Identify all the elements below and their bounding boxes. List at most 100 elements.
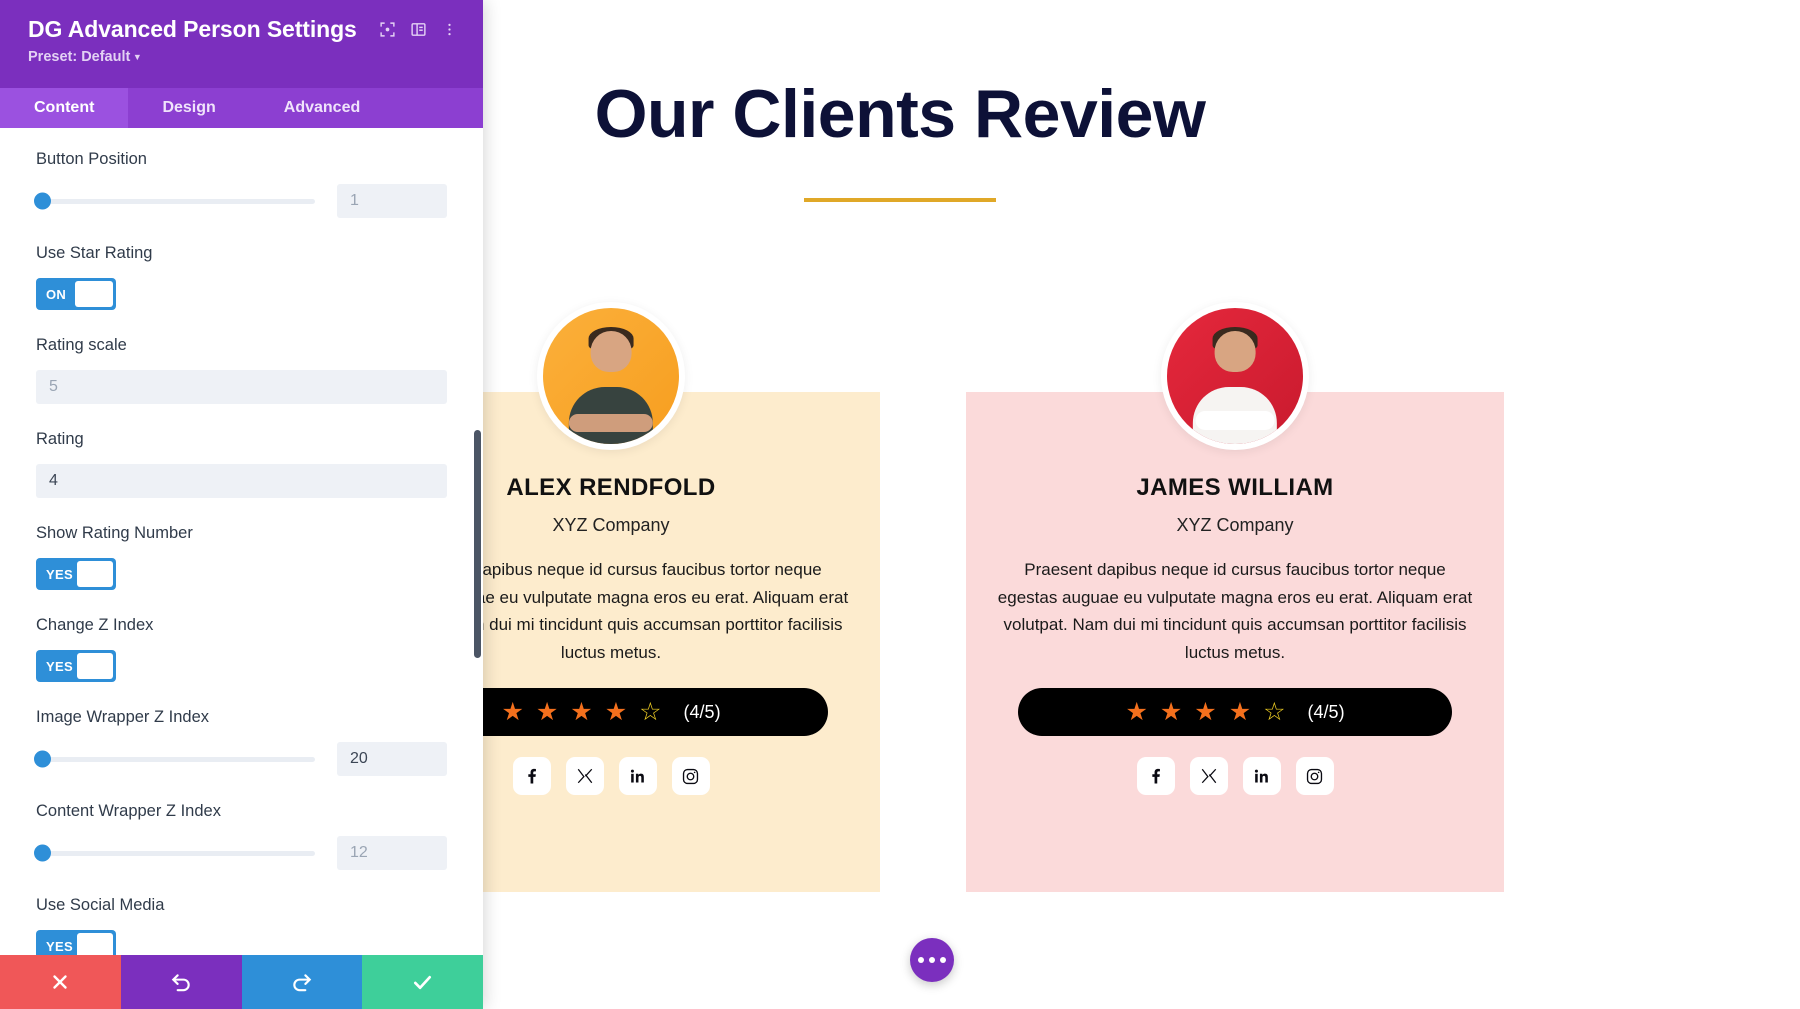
panel-footer <box>0 955 483 1009</box>
chevron-down-icon: ▼ <box>130 52 142 63</box>
rating-number: (4/5) <box>683 701 721 722</box>
rating-scale-input[interactable]: 5 <box>36 370 447 404</box>
button-position-slider[interactable] <box>34 192 315 210</box>
toggle-knob <box>76 933 113 955</box>
toggle-state-label: ON <box>46 286 67 302</box>
star-filled-icon: ★ <box>1194 697 1217 726</box>
social-links <box>996 757 1474 796</box>
undo-button[interactable] <box>120 955 242 1009</box>
star-rating: ★ ★ ★ ★ ☆ <box>1125 697 1286 726</box>
show-rating-number-toggle[interactable]: YES <box>36 558 116 590</box>
field-label: Button Position <box>36 150 147 168</box>
rating-input[interactable]: 4 <box>36 464 447 498</box>
image-wrapper-z-index-slider[interactable] <box>34 750 315 768</box>
field-label: Use Star Rating <box>36 244 153 262</box>
use-star-rating-toggle[interactable]: ON <box>36 278 116 310</box>
field-label: Rating <box>36 430 84 448</box>
tab-advanced[interactable]: Advanced <box>250 88 394 128</box>
save-button[interactable] <box>362 955 483 1009</box>
field-rating-scale: Rating scale 5 <box>36 336 447 404</box>
avatar-image <box>1167 308 1303 444</box>
avatar-image <box>543 308 679 444</box>
tab-design[interactable]: Design <box>128 88 249 128</box>
undo-icon <box>171 973 190 991</box>
x-icon[interactable] <box>565 757 604 796</box>
dot-icon <box>918 957 924 963</box>
star-filled-icon: ★ <box>604 697 628 726</box>
person-description: Praesent dapibus neque id cursus faucibu… <box>997 560 1473 662</box>
instagram-icon[interactable] <box>1295 757 1334 796</box>
rating-bar: ★ ★ ★ ★ ☆ (4/5) <box>1018 688 1452 737</box>
star-empty-icon: ☆ <box>639 697 662 726</box>
tab-content[interactable]: Content <box>0 88 129 128</box>
toggle-state-label: YES <box>46 938 73 954</box>
panel-tabs: Content Design Advanced <box>0 88 483 128</box>
person-company: XYZ Company <box>1176 515 1294 535</box>
button-position-input[interactable]: 1 <box>337 184 447 218</box>
toggle-knob <box>76 561 113 587</box>
preset-label: Preset: Default <box>28 49 131 65</box>
more-vertical-icon[interactable] <box>441 21 458 38</box>
star-filled-icon: ★ <box>570 697 593 726</box>
toggle-state-label: YES <box>46 566 73 582</box>
field-label: Change Z Index <box>36 616 154 634</box>
settings-panel: DG Advanced Person Settings Preset: Defa… <box>0 0 483 1009</box>
star-filled-icon: ★ <box>1228 697 1252 726</box>
field-use-star-rating: Use Star Rating ON <box>36 244 447 310</box>
field-rating: Rating 4 <box>36 430 447 498</box>
change-z-index-toggle[interactable]: YES <box>36 650 116 682</box>
dot-icon <box>929 957 935 963</box>
star-filled-icon: ★ <box>501 697 524 726</box>
linkedin-icon[interactable] <box>1242 757 1281 796</box>
toggle-knob <box>75 281 113 307</box>
field-label: Content Wrapper Z Index <box>36 802 221 820</box>
image-wrapper-z-index-input[interactable]: 20 <box>337 742 447 776</box>
dot-icon <box>940 957 946 963</box>
preset-selector[interactable]: Preset: Default ▼ <box>28 49 463 65</box>
panel-title: DG Advanced Person Settings <box>28 16 357 42</box>
redo-button[interactable] <box>241 955 363 1009</box>
content-wrapper-z-index-slider[interactable] <box>34 844 315 862</box>
star-filled-icon: ★ <box>1125 697 1148 726</box>
panel-body: Button Position 1 Use Star Rating ON Rat… <box>0 128 483 955</box>
more-options-button[interactable] <box>910 938 954 982</box>
star-empty-icon: ☆ <box>1263 697 1286 726</box>
slider-handle[interactable] <box>34 192 51 210</box>
title-underline <box>804 198 996 202</box>
field-use-social-media: Use Social Media YES <box>36 896 447 955</box>
focus-icon[interactable] <box>379 21 396 38</box>
field-label: Image Wrapper Z Index <box>36 708 210 726</box>
field-button-position: Button Position 1 <box>34 150 447 218</box>
linkedin-icon[interactable] <box>618 757 657 796</box>
field-image-wrapper-z-index: Image Wrapper Z Index 20 <box>34 708 447 776</box>
star-filled-icon: ★ <box>1159 697 1183 726</box>
panel-header: DG Advanced Person Settings Preset: Defa… <box>0 0 483 88</box>
close-icon <box>53 975 68 989</box>
field-label: Rating scale <box>36 336 127 354</box>
field-label: Use Social Media <box>36 896 165 914</box>
field-show-rating-number: Show Rating Number YES <box>36 524 447 590</box>
redo-icon <box>293 973 312 991</box>
star-filled-icon: ★ <box>535 697 559 726</box>
use-social-media-toggle[interactable]: YES <box>36 930 116 955</box>
slider-handle[interactable] <box>34 750 51 768</box>
cancel-button[interactable] <box>0 955 121 1009</box>
panel-scrollbar[interactable] <box>474 430 481 658</box>
field-content-wrapper-z-index: Content Wrapper Z Index 12 <box>34 802 447 870</box>
facebook-icon[interactable] <box>512 757 551 796</box>
x-icon[interactable] <box>1189 757 1228 796</box>
toggle-state-label: YES <box>46 658 73 674</box>
testimonial-card[interactable]: JAMES WILLIAM XYZ Company Praesent dapib… <box>966 302 1504 892</box>
field-change-z-index: Change Z Index YES <box>36 616 447 682</box>
content-wrapper-z-index-input[interactable]: 12 <box>337 836 447 870</box>
check-icon <box>414 975 432 989</box>
avatar <box>1161 302 1309 450</box>
instagram-icon[interactable] <box>671 757 710 796</box>
field-label: Show Rating Number <box>36 524 193 542</box>
facebook-icon[interactable] <box>1136 757 1175 796</box>
slider-handle[interactable] <box>34 844 51 862</box>
star-rating: ★ ★ ★ ★ ☆ <box>501 697 662 726</box>
layout-icon[interactable] <box>410 21 427 38</box>
toggle-knob <box>76 653 113 679</box>
avatar <box>537 302 685 450</box>
